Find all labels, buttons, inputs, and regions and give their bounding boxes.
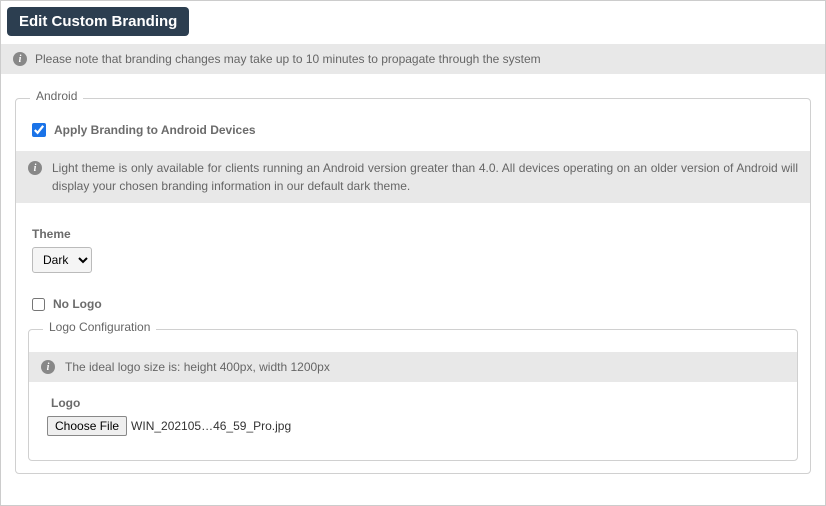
propagation-note-banner: Please note that branding changes may ta…: [1, 44, 825, 74]
apply-branding-label: Apply Branding to Android Devices: [54, 123, 256, 137]
light-theme-note-banner: Light theme is only available for client…: [16, 151, 810, 203]
choose-file-button[interactable]: Choose File: [47, 416, 127, 436]
logo-label: Logo: [51, 396, 779, 410]
page-title: Edit Custom Branding: [7, 7, 189, 36]
propagation-note-text: Please note that branding changes may ta…: [35, 52, 541, 66]
light-theme-note-text: Light theme is only available for client…: [52, 159, 798, 195]
filename-text: WIN_202105…46_59_Pro.jpg: [131, 419, 291, 433]
info-icon: [41, 360, 55, 374]
logo-configuration-fieldset: Logo Configuration The ideal logo size i…: [28, 329, 798, 461]
info-icon: [13, 52, 27, 66]
no-logo-label: No Logo: [53, 297, 102, 311]
file-input-row: Choose File WIN_202105…46_59_Pro.jpg: [47, 416, 779, 436]
logo-configuration-legend: Logo Configuration: [43, 320, 156, 334]
android-fieldset: Android Apply Branding to Android Device…: [15, 98, 811, 474]
android-legend: Android: [30, 89, 83, 103]
no-logo-row[interactable]: No Logo: [32, 297, 798, 311]
theme-select[interactable]: Dark: [32, 247, 92, 273]
apply-branding-checkbox[interactable]: [32, 123, 46, 137]
no-logo-checkbox[interactable]: [32, 298, 45, 311]
apply-branding-row[interactable]: Apply Branding to Android Devices: [32, 123, 798, 137]
theme-label: Theme: [32, 227, 798, 241]
logo-size-note-text: The ideal logo size is: height 400px, wi…: [65, 360, 330, 374]
logo-size-note-banner: The ideal logo size is: height 400px, wi…: [29, 352, 797, 382]
info-icon: [28, 161, 42, 175]
